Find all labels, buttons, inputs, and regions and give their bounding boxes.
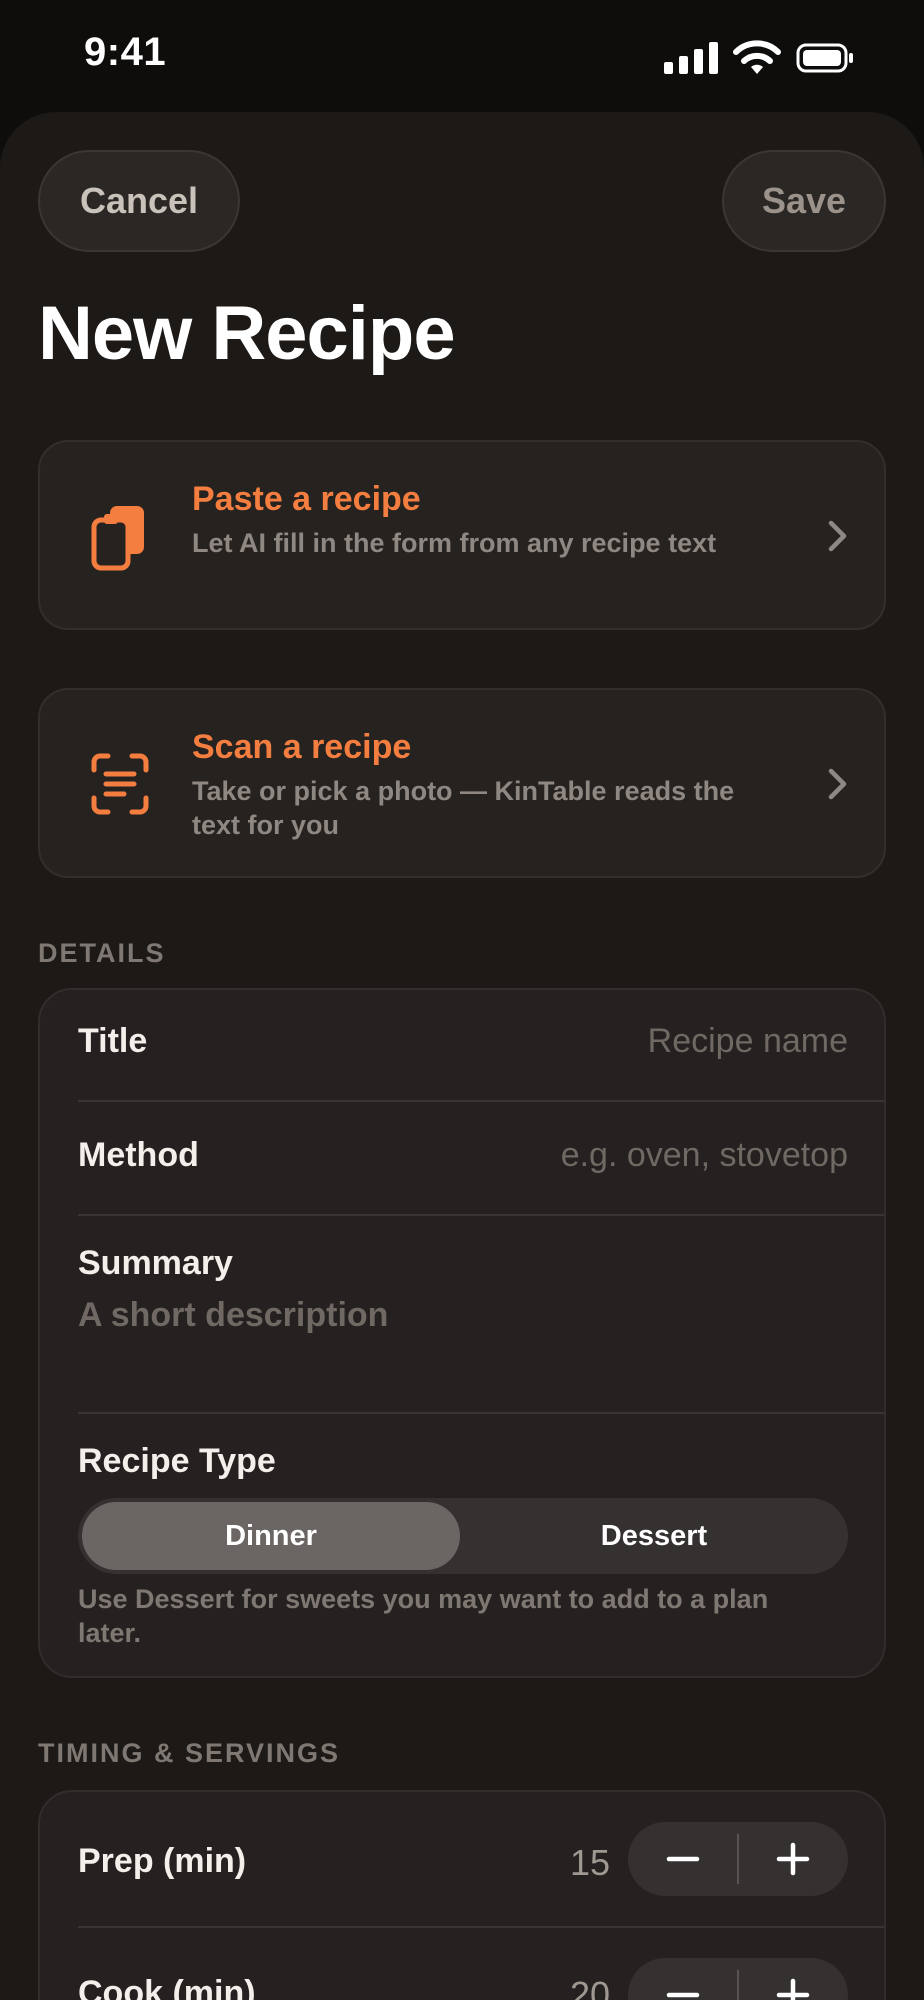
- prep-label: Prep (min): [78, 1842, 247, 1880]
- wifi-icon: [733, 40, 781, 74]
- paste-recipe-title: Paste a recipe: [192, 480, 421, 518]
- prep-value: 15: [569, 1842, 610, 1883]
- divider: [78, 1100, 884, 1102]
- minus-icon: [666, 1992, 700, 1998]
- recipe-type-label: Recipe Type: [78, 1442, 276, 1480]
- paste-recipe-subtitle: Let AI fill in the form from any recipe …: [192, 528, 717, 558]
- scan-recipe-subtitle: Take or pick a photo — KinTable reads th…: [192, 776, 735, 840]
- title-label: Title: [78, 1022, 148, 1060]
- details-group: Title Recipe name Method e.g. oven, stov…: [38, 988, 886, 1678]
- title-input[interactable]: Recipe name: [648, 1022, 848, 1061]
- recipe-type-helper: Use Dessert for sweets you may want to a…: [78, 1584, 769, 1648]
- scan-recipe-title: Scan a recipe: [192, 728, 412, 766]
- page-title: New Recipe: [38, 291, 456, 376]
- status-time: 9:41: [84, 30, 167, 74]
- status-bar: 9:41: [0, 0, 924, 110]
- divider: [78, 1926, 884, 1928]
- cook-value: 20: [569, 1974, 610, 2000]
- cancel-button[interactable]: Cancel: [38, 150, 240, 252]
- segment-dessert[interactable]: Dessert: [462, 1498, 846, 1574]
- chevron-right-icon: [828, 768, 847, 800]
- cook-stepper: [628, 1958, 848, 2000]
- cook-label: Cook (min): [78, 1974, 256, 2000]
- method-label: Method: [78, 1136, 199, 1174]
- paste-recipe-card[interactable]: Paste a recipe Let AI fill in the form f…: [38, 440, 886, 630]
- recipe-type-segmented-control: Dinner Dessert: [78, 1498, 848, 1574]
- plus-icon: [776, 1978, 810, 2000]
- document-scan-icon: [91, 753, 149, 815]
- scan-recipe-card[interactable]: Scan a recipe Take or pick a photo — Kin…: [38, 688, 886, 878]
- cook-increment-button[interactable]: [738, 1958, 848, 2000]
- prep-decrement-button[interactable]: [628, 1822, 738, 1896]
- details-section-label: DETAILS: [38, 938, 166, 968]
- cook-decrement-button[interactable]: [628, 1958, 738, 2000]
- battery-icon: [796, 43, 853, 73]
- plus-icon: [776, 1842, 810, 1876]
- clipboard-icon: [91, 506, 144, 571]
- summary-label: Summary: [78, 1244, 233, 1282]
- status-icons: [664, 40, 854, 76]
- prep-increment-button[interactable]: [738, 1822, 848, 1896]
- segment-dinner[interactable]: Dinner: [82, 1498, 460, 1574]
- divider: [78, 1412, 884, 1414]
- timing-section-label: TIMING & SERVINGS: [38, 1738, 341, 1768]
- save-button[interactable]: Save: [722, 150, 886, 252]
- timing-group: Prep (min) 15 Cook (min) 20: [38, 1790, 886, 2000]
- divider: [78, 1214, 884, 1216]
- chevron-right-icon: [828, 520, 847, 552]
- minus-icon: [666, 1856, 700, 1862]
- summary-input[interactable]: A short description: [78, 1296, 388, 1335]
- prep-stepper: [628, 1822, 848, 1896]
- cellular-signal-icon: [664, 42, 718, 74]
- method-input[interactable]: e.g. oven, stovetop: [561, 1136, 848, 1175]
